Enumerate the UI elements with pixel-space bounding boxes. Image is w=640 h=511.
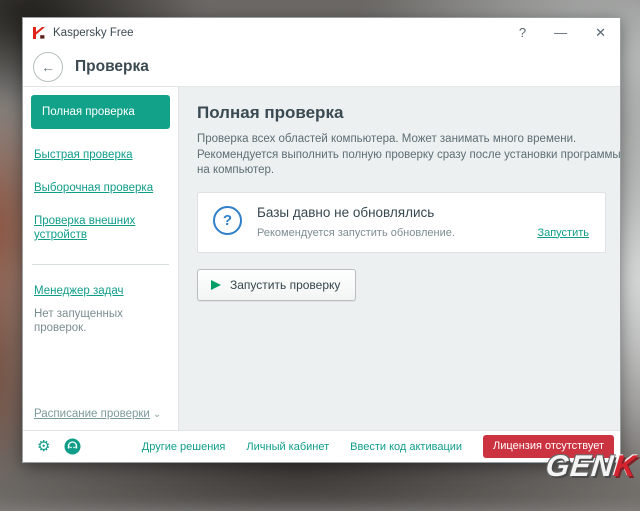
task-manager-status: Нет запущенных проверок.: [34, 307, 168, 335]
page-title: Проверка: [75, 58, 149, 76]
run-update-link[interactable]: Запустить: [537, 227, 589, 239]
run-scan-button[interactable]: Запустить проверку: [197, 269, 356, 301]
notice-text-block: Базы давно не обновлялись Рекомендуется …: [257, 205, 455, 239]
minimize-button[interactable]: —: [554, 18, 567, 48]
sidebar: Полная проверка Быстрая проверка Выбороч…: [23, 87, 179, 430]
back-arrow-icon: ←: [41, 60, 55, 74]
scan-description: Проверка всех областей компьютера. Может…: [197, 132, 629, 179]
my-account-link[interactable]: Личный кабинет: [246, 441, 329, 453]
watermark-k-text: K: [613, 450, 639, 483]
gear-icon[interactable]: ⚙: [37, 439, 50, 454]
notice-subtitle: Рекомендуется запустить обновление.: [257, 227, 455, 239]
run-scan-button-label: Запустить проверку: [230, 278, 340, 292]
scan-schedule-label: Расписание проверки: [34, 408, 150, 420]
play-icon: [211, 280, 221, 290]
back-button[interactable]: ←: [33, 52, 63, 82]
watermark-gen-text: GEN: [545, 450, 616, 483]
scan-schedule-link[interactable]: Расписание проверки⌄: [34, 408, 161, 420]
sidebar-divider: [32, 264, 169, 265]
other-solutions-link[interactable]: Другие решения: [142, 441, 226, 453]
kaspersky-window: Kaspersky Free ? — ✕ ← Проверка Полная п…: [22, 17, 621, 463]
sidebar-item-quick-scan[interactable]: Быстрая проверка: [34, 148, 168, 162]
footer-bar: ⚙ Другие решения Личный кабинет Ввести к…: [23, 430, 620, 462]
enter-activation-code-link[interactable]: Ввести код активации: [350, 441, 462, 453]
sidebar-item-selective-scan[interactable]: Выборочная проверка: [34, 181, 168, 195]
titlebar: Kaspersky Free ? — ✕: [23, 18, 620, 48]
databases-notice-card: ? Базы давно не обновлялись Рекомендуетс…: [197, 192, 606, 253]
chevron-down-icon: ⌄: [153, 409, 161, 420]
window-body: Полная проверка Быстрая проверка Выбороч…: [23, 87, 620, 430]
page-header: ← Проверка: [23, 48, 620, 87]
close-button[interactable]: ✕: [595, 18, 606, 48]
sidebar-item-external-devices-scan[interactable]: Проверка внешних устройств: [34, 214, 168, 242]
app-title: Kaspersky Free: [53, 27, 134, 39]
sidebar-item-task-manager[interactable]: Менеджер задач: [34, 284, 168, 298]
main-content: Полная проверка Проверка всех областей к…: [179, 87, 620, 430]
genk-watermark: GENK: [545, 450, 639, 484]
support-icon[interactable]: [64, 438, 81, 455]
kaspersky-logo-icon: [32, 26, 46, 40]
help-button[interactable]: ?: [519, 18, 526, 48]
scan-title: Полная проверка: [197, 103, 606, 123]
sidebar-item-full-scan[interactable]: Полная проверка: [31, 95, 170, 129]
notice-title: Базы давно не обновлялись: [257, 205, 455, 220]
question-circle-icon: ?: [213, 206, 242, 235]
